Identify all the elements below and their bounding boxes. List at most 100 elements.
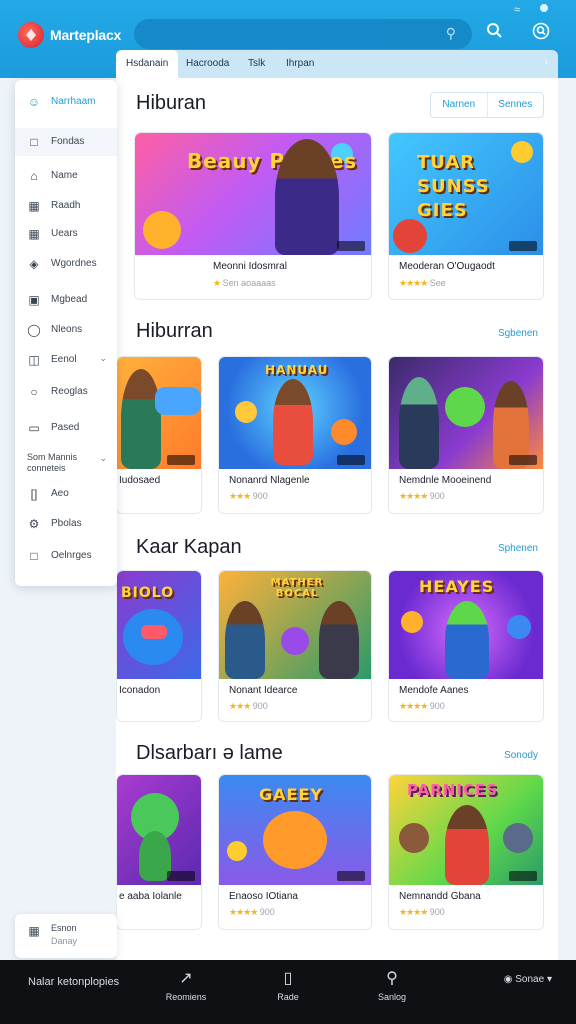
sidebar-item-label: Name <box>51 170 78 181</box>
app-card[interactable]: TUAR SUNSS GIES Meoderan O'Ougaodt ★★★★ … <box>388 132 544 300</box>
section-link[interactable]: Sgbenen <box>498 328 538 339</box>
tab-3[interactable]: Tslk <box>248 50 265 78</box>
card-art: Beauy Paques <box>135 133 371 255</box>
sidebar-item[interactable]: □ Fondas <box>15 128 117 156</box>
sidebar: ☺ Narrhaam □ Fondas ⌂ Name ▦ Raadh ▦ Uea… <box>15 80 117 586</box>
section-title: Hiburan <box>136 92 207 114</box>
app-card[interactable]: Beauy Paques Meonni Idosmral ★ Sen aoaaa… <box>134 132 372 300</box>
card-art <box>117 357 201 469</box>
card-art: MATHER BOCAL <box>219 571 371 679</box>
footer-line-2: Danay <box>51 936 78 946</box>
main-content: Hiburan Narnen Sennes Beauy Paques Meonn… <box>116 78 558 960</box>
app-card[interactable]: HEAYES Mendofe Aanes ★★★★ 900 <box>388 570 544 722</box>
sidebar-item-label: Pbolas <box>51 518 82 529</box>
app-card[interactable]: PARNICES Nemnandd Gbana ★★★★ 900 <box>388 774 544 930</box>
sidebar-item[interactable]: ▭ Pased <box>15 414 117 442</box>
card-title: Iconadon <box>119 685 161 696</box>
card-art: PARNICES <box>389 775 543 885</box>
tab-4[interactable]: Ihrpan <box>286 50 314 78</box>
sidebar-item[interactable]: ⚙ Pbolas <box>15 510 117 538</box>
account-label: Sonae <box>515 974 545 985</box>
doc-icon: ▭ <box>28 421 40 435</box>
sidebar-item-label: Fondas <box>51 136 85 147</box>
card-title: Nonanrd Nlagenle <box>229 475 310 486</box>
card-rating: ★★★★ 900 <box>399 907 445 917</box>
sidebar-item[interactable]: ◯ Nleons <box>15 316 117 344</box>
sidebar-header-label: Narrhaam <box>51 96 96 107</box>
sidebar-item[interactable]: ▦ Raadh <box>15 192 117 220</box>
chevron-right-icon[interactable]: › <box>545 57 548 68</box>
tab-1[interactable]: Hsdanain <box>116 50 178 78</box>
section-title: Kaar Kapan <box>136 536 242 558</box>
search-icon[interactable] <box>486 22 502 43</box>
wifi-icon: ≈ <box>513 4 520 16</box>
app-name: Marteplacx <box>50 27 122 43</box>
app-card[interactable]: Iudosaed <box>116 356 202 514</box>
tab-strip: Hsdanain Hacrooda Tslk Ihrpan › <box>116 50 558 78</box>
pill-button[interactable]: Narnen <box>431 93 487 117</box>
card-title: Meonni Idosmral <box>213 261 287 272</box>
card-title: e aaba Iolanle <box>119 891 182 902</box>
search-input[interactable]: ⚲ <box>134 19 472 49</box>
nav-button[interactable]: ↗ Reomiens <box>160 960 212 1024</box>
account-menu[interactable]: ◉ Sonae ▾ <box>504 974 552 985</box>
app-card[interactable]: e aaba Iolanle <box>116 774 202 930</box>
bracket-icon: [] <box>30 487 38 501</box>
grid-icon: ▦ <box>28 199 40 213</box>
section-link[interactable]: Sphenen <box>498 543 538 554</box>
sidebar-item[interactable]: ◫ Eenol ⌄ <box>15 346 117 374</box>
tab-2[interactable]: Hacrooda <box>186 50 229 78</box>
card-title: Mendofe Aanes <box>399 685 469 696</box>
card-title: Meoderan O'Ougaodt <box>399 261 495 272</box>
account-search-icon[interactable] <box>532 22 550 45</box>
home-icon: ⌂ <box>30 169 38 183</box>
sidebar-item-label: Eenol <box>51 354 77 365</box>
card-art: BIOLO <box>117 571 201 679</box>
pill-button[interactable]: Sennes <box>486 93 544 117</box>
card-art <box>389 357 543 469</box>
globe-icon: ◯ <box>27 323 41 337</box>
nav-label: Sanlog <box>377 992 407 1002</box>
nav-label: Reomiens <box>165 992 207 1002</box>
card-art <box>117 775 201 885</box>
sidebar-header[interactable]: ☺ Narrhaam <box>15 88 117 116</box>
card-art: GAEEY <box>219 775 371 885</box>
art-title: MATHER BOCAL <box>270 577 324 599</box>
chevron-down-icon: ▾ <box>546 974 552 985</box>
sidebar-item[interactable]: □ Oelnrges <box>15 542 117 570</box>
app-card[interactable]: MATHER BOCAL Nonant Idearce ★★★ 900 <box>218 570 372 722</box>
sidebar-item[interactable]: Som Mannis conneteis ⌄ <box>15 446 117 480</box>
sidebar-item[interactable]: ⌂ Name <box>15 162 117 190</box>
card-rating: ★★★★ See <box>399 278 446 288</box>
search-icon: ⚲ <box>445 25 456 41</box>
nav-button[interactable]: ⚲ Sanlog <box>368 960 416 1024</box>
section-link[interactable]: Sonody <box>504 750 538 761</box>
sidebar-item[interactable]: ◈ Wgordnes <box>15 250 117 278</box>
card-title: Nemdnle Mooeinend <box>399 475 492 486</box>
card-title: Nonant Idearce <box>229 685 298 696</box>
sidebar-item-label: Raadh <box>51 200 81 211</box>
sidebar-item[interactable]: ▦ Uears <box>15 220 117 248</box>
sidebar-item[interactable]: ○ Reoglas <box>15 378 117 406</box>
app-card[interactable]: BIOLO Iconadon <box>116 570 202 722</box>
card-rating: ★★★★ 900 <box>399 701 445 711</box>
sidebar-item-label: Som Mannis conneteis <box>27 452 78 473</box>
doc-icon: ▯ <box>283 970 293 987</box>
section-title: Dlsarbarı ə lame <box>136 742 283 764</box>
card-rating: ★ Sen aoaaaas <box>213 278 276 288</box>
brand[interactable]: Marteplacx <box>18 22 121 48</box>
nav-button[interactable]: ▯ Rade <box>266 960 310 1024</box>
user-icon: ☺ <box>27 95 41 109</box>
square-icon: □ <box>30 549 38 563</box>
chevron-down-icon: ⌄ <box>99 353 107 363</box>
sidebar-item[interactable]: ▣ Mgbead <box>15 286 117 314</box>
chat-icon: ○ <box>30 385 38 399</box>
card-rating: ★★★★ 900 <box>229 907 275 917</box>
app-card[interactable]: HANUAU Nonanrd Nlagenle ★★★ 900 <box>218 356 372 514</box>
art-title: TUAR SUNSS GIES <box>417 152 490 221</box>
sidebar-item[interactable]: [] Aeo <box>15 480 117 508</box>
sidebar-footer[interactable]: ▦ Esnon Danay <box>15 914 117 958</box>
app-card[interactable]: Nemdnle Mooeinend ★★★★ 900 <box>388 356 544 514</box>
app-card[interactable]: GAEEY Enaoso IOtiana ★★★★ 900 <box>218 774 372 930</box>
card-rating: ★★★ 900 <box>229 491 268 501</box>
